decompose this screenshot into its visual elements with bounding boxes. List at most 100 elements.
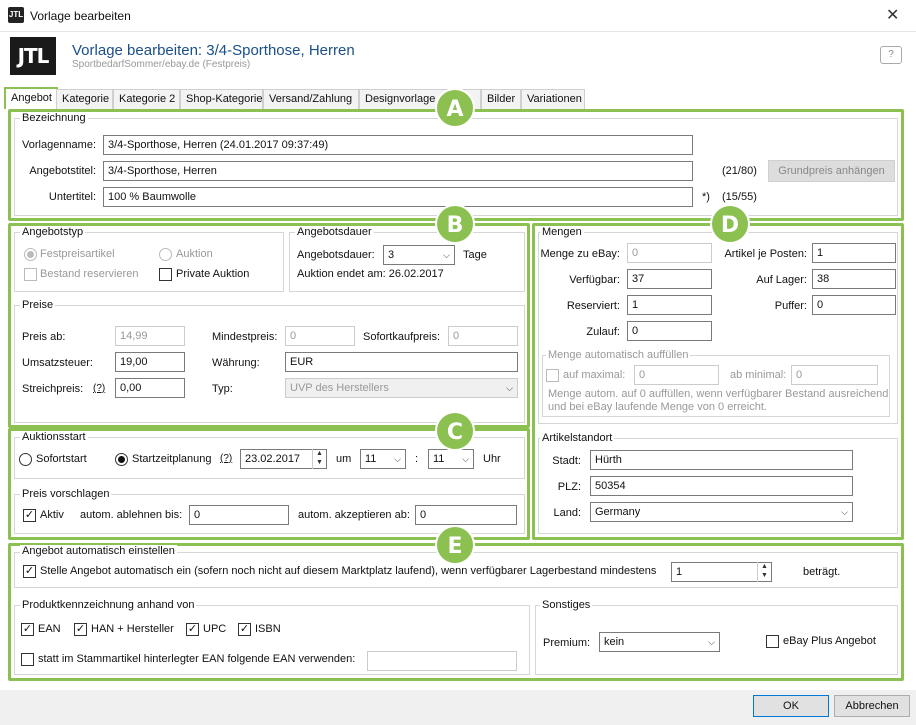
cancel-button[interactable]: Abbrechen xyxy=(834,695,910,717)
han-checkbox[interactable]: ✓ xyxy=(74,623,87,636)
grundpreis-button[interactable]: Grundpreis anhängen xyxy=(768,160,895,182)
minute-value: 11 xyxy=(433,453,445,465)
stamm-ean-input[interactable] xyxy=(367,651,517,671)
spin-up-icon[interactable]: ▲ xyxy=(313,449,326,458)
private-auktion-checkbox[interactable] xyxy=(159,268,172,281)
typ-select[interactable]: UVP des Herstellers ⌵ xyxy=(285,378,518,398)
tab-versand-zahlung[interactable]: Versand/Zahlung xyxy=(263,89,359,109)
spin-down-icon[interactable]: ▼ xyxy=(313,458,326,467)
tab-shop-kategorie[interactable]: Shop-Kategorie xyxy=(180,89,263,109)
upc-label: UPC xyxy=(203,623,227,635)
angebotstitel-input[interactable]: 3/4-Sporthose, Herren xyxy=(103,161,693,181)
streichpreis-input[interactable]: 0,00 xyxy=(115,378,185,398)
auf-lager-input[interactable]: 38 xyxy=(812,269,896,289)
zulauf-label: Zulauf: xyxy=(586,326,620,338)
zulauf-input[interactable]: 0 xyxy=(627,321,712,341)
startzeitplanung-help[interactable]: (?) xyxy=(220,453,232,464)
spin-up-icon[interactable]: ▲ xyxy=(758,562,771,571)
sofortstart-label: Sofortstart xyxy=(36,453,87,465)
vorlagenname-input[interactable]: 3/4-Sporthose, Herren (24.01.2017 09:37:… xyxy=(103,135,693,155)
help-icon[interactable]: ? xyxy=(880,46,902,64)
time-colon: : xyxy=(415,453,419,465)
auto-einstellen-checkbox[interactable]: ✓ xyxy=(23,565,36,578)
puffer-input[interactable]: 0 xyxy=(812,295,896,315)
title-bar: JTL Vorlage bearbeiten ✕ xyxy=(0,0,916,32)
auf-maximal-checkbox[interactable] xyxy=(546,369,559,382)
tab-variationen[interactable]: Variationen xyxy=(521,89,585,109)
tab-kategorie-2[interactable]: Kategorie 2 xyxy=(113,89,180,109)
akzeptieren-label: autom. akzeptieren ab: xyxy=(298,509,410,521)
tab-bilder[interactable]: Bilder xyxy=(481,89,521,109)
section-auktionsstart: Auktionsstart xyxy=(20,431,88,443)
bestand-label: Bestand reservieren xyxy=(40,268,139,280)
section-menge-auto: Menge automatisch auffüllen xyxy=(546,349,691,361)
artikel-je-posten-input[interactable]: 1 xyxy=(812,243,896,263)
um-label: um xyxy=(336,453,352,465)
ean-checkbox[interactable]: ✓ xyxy=(21,623,34,636)
chevron-down-icon: ⌵ xyxy=(394,454,401,464)
window-title: Vorlage bearbeiten xyxy=(30,9,131,23)
upc-checkbox[interactable]: ✓ xyxy=(186,623,199,636)
tab-angebot[interactable]: Angebot xyxy=(4,87,58,109)
isbn-label: ISBN xyxy=(255,623,281,635)
plz-input[interactable]: 50354 xyxy=(590,476,853,496)
angebotstitel-label: Angebotstitel: xyxy=(29,165,96,177)
date-spinner[interactable]: ▲ ▼ xyxy=(312,449,326,469)
ok-button[interactable]: OK xyxy=(753,695,829,717)
ablehnen-input[interactable]: 0 xyxy=(189,505,289,525)
untertitel-input[interactable]: 100 % Baumwolle xyxy=(103,187,693,207)
verfuegbar-input[interactable]: 37 xyxy=(627,269,712,289)
sofortkaufpreis-input[interactable]: 0 xyxy=(448,326,518,346)
hour-value: 11 xyxy=(365,453,377,465)
stadt-input[interactable]: Hürth xyxy=(590,450,853,470)
premium-select[interactable]: kein ⌵ xyxy=(599,632,720,652)
auto-einstellen-spinner[interactable]: ▲ ▼ xyxy=(757,562,771,582)
group-angebotstyp xyxy=(14,232,284,292)
menge-ebay-input[interactable]: 0 xyxy=(627,243,712,263)
auto-note-1: Menge autom. auf 0 auffüllen, wenn verfü… xyxy=(548,388,889,400)
section-mengen: Mengen xyxy=(540,226,584,238)
section-preis-vorschlagen: Preis vorschlagen xyxy=(20,488,112,500)
ean-label: EAN xyxy=(38,623,61,635)
ebay-plus-label: eBay Plus Angebot xyxy=(783,635,876,647)
waehrung-input[interactable]: EUR xyxy=(285,352,518,372)
festpreis-radio[interactable] xyxy=(24,248,37,261)
ebay-plus-checkbox[interactable] xyxy=(766,635,779,648)
preis-ab-input[interactable]: 14,99 xyxy=(115,326,185,346)
auf-maximal-input[interactable]: 0 xyxy=(634,365,719,385)
start-date-value: 23.02.2017 xyxy=(245,453,301,465)
startzeitplanung-label: Startzeitplanung xyxy=(132,453,212,465)
streichpreis-help[interactable]: (?) xyxy=(93,383,105,394)
untertitel-label: Untertitel: xyxy=(48,191,96,203)
spin-down-icon[interactable]: ▼ xyxy=(758,571,771,580)
typ-label: Typ: xyxy=(212,383,233,395)
sofortstart-radio[interactable] xyxy=(19,453,32,466)
hour-select[interactable]: 11 ⌵ xyxy=(360,449,406,469)
auktion-radio[interactable] xyxy=(159,248,172,261)
chevron-down-icon: ⌵ xyxy=(443,250,450,260)
section-preise: Preise xyxy=(20,299,56,311)
bestand-checkbox[interactable] xyxy=(24,268,37,281)
close-icon[interactable]: ✕ xyxy=(886,5,899,25)
aktiv-label: Aktiv xyxy=(40,509,64,521)
mindestpreis-input[interactable]: 0 xyxy=(285,326,355,346)
stadt-label: Stadt: xyxy=(552,455,581,467)
vorlagenname-label: Vorlagenname: xyxy=(22,139,96,151)
untertitel-note: *) xyxy=(702,191,710,203)
stamm-ean-checkbox[interactable] xyxy=(21,653,34,666)
startzeitplanung-radio[interactable] xyxy=(115,453,128,466)
akzeptieren-input[interactable]: 0 xyxy=(415,505,517,525)
isbn-checkbox[interactable]: ✓ xyxy=(238,623,251,636)
badge-a: A xyxy=(435,88,475,128)
umsatzsteuer-input[interactable]: 19,00 xyxy=(115,352,185,372)
menge-ebay-label: Menge zu eBay: xyxy=(540,248,621,260)
angebotsdauer-select[interactable]: 3 ⌵ xyxy=(383,245,455,265)
reserviert-input[interactable]: 1 xyxy=(627,295,712,315)
land-select[interactable]: Germany ⌵ xyxy=(590,502,853,522)
tab-kategorie[interactable]: Kategorie xyxy=(56,89,113,109)
ab-minimal-input[interactable]: 0 xyxy=(791,365,878,385)
preis-ab-label: Preis ab: xyxy=(22,331,66,343)
aktiv-checkbox[interactable]: ✓ xyxy=(23,509,36,522)
minute-select[interactable]: 11 ⌵ xyxy=(428,449,474,469)
auto-einstellen-value: 1 xyxy=(676,566,683,578)
